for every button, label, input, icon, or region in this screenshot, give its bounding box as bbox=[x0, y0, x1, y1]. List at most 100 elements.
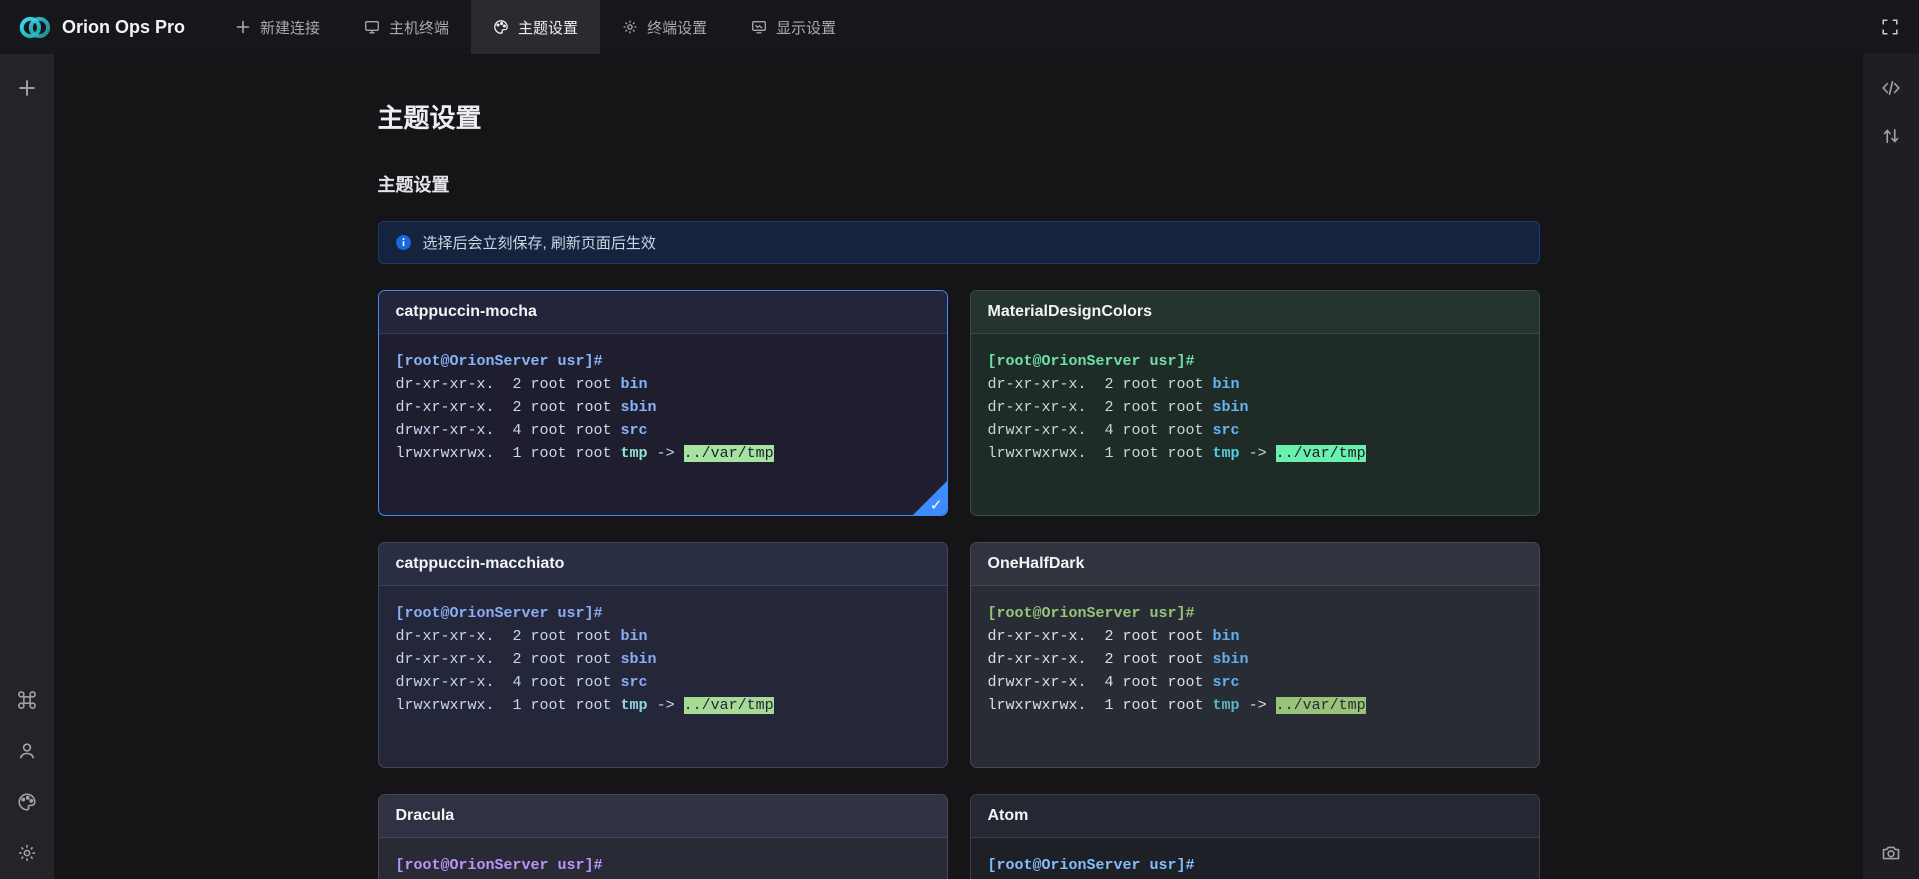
file-meta: lrwxrwxrwx. 1 root root bbox=[396, 697, 621, 714]
terminal-line: dr-xr-xr-x. 2 root root sbin bbox=[988, 648, 1522, 671]
gear-icon bbox=[17, 843, 37, 863]
user-button[interactable] bbox=[17, 741, 37, 761]
file-name: tmp bbox=[621, 697, 648, 714]
terminal-preview: [root@OrionServer usr]#dr-xr-xr-x. 2 roo… bbox=[379, 838, 947, 879]
new-tab-button[interactable] bbox=[17, 78, 37, 98]
nav-display-settings[interactable]: 显示设置 bbox=[729, 0, 858, 54]
plus-icon bbox=[17, 78, 37, 98]
file-name: tmp bbox=[621, 445, 648, 462]
file-name: bin bbox=[621, 376, 648, 393]
theme-button[interactable] bbox=[17, 792, 37, 812]
terminal-line: drwxr-xr-x. 4 root root src bbox=[988, 671, 1522, 694]
topbar-right bbox=[1881, 0, 1919, 54]
terminal-prompt: [root@OrionServer usr]# bbox=[396, 350, 930, 373]
app-title: Orion Ops Pro bbox=[62, 17, 185, 38]
code-button[interactable] bbox=[1881, 78, 1901, 98]
palette-icon bbox=[17, 792, 37, 812]
theme-grid: catppuccin-mocha[root@OrionServer usr]#d… bbox=[378, 290, 1540, 879]
file-name: bin bbox=[1213, 628, 1240, 645]
symlink-arrow: -> bbox=[648, 697, 684, 714]
terminal-line: dr-xr-xr-x. 2 root root sbin bbox=[396, 648, 930, 671]
file-meta: lrwxrwxrwx. 1 root root bbox=[988, 445, 1213, 462]
file-name: tmp bbox=[1213, 697, 1240, 714]
fullscreen-icon bbox=[1881, 18, 1899, 36]
theme-card-OneHalfDark[interactable]: OneHalfDark [root@OrionServer usr]# dr-xr-… bbox=[970, 542, 1540, 768]
theme-card-title: catppuccin-mocha bbox=[379, 291, 947, 334]
symlink-target: ../var/tmp bbox=[1276, 445, 1366, 462]
top-navigation: 新建连接 主机终端 主题设置终端设置 显示设置 bbox=[213, 0, 858, 54]
content-column: 主题设置 主题设置 选择后会立刻保存, 刷新页面后生效 catppuccin-m… bbox=[378, 54, 1540, 879]
terminal-line: dr-xr-xr-x. 2 root root bin bbox=[396, 373, 930, 396]
terminal-prompt: [root@OrionServer usr]# bbox=[396, 854, 930, 877]
right-sidebar bbox=[1863, 54, 1919, 879]
user-icon bbox=[17, 741, 37, 761]
theme-card-Atom[interactable]: Atom[root@OrionServer usr]#dr-xr-xr-x. 2… bbox=[970, 794, 1540, 879]
terminal-preview: [root@OrionServer usr]#dr-xr-xr-x. 2 roo… bbox=[971, 838, 1539, 879]
terminal-line: drwxr-xr-x. 4 root root src bbox=[988, 419, 1522, 442]
app-shell: 主题设置 主题设置 选择后会立刻保存, 刷新页面后生效 catppuccin-m… bbox=[0, 54, 1919, 879]
symlink-arrow: -> bbox=[1240, 445, 1276, 462]
terminal-line: dr-xr-xr-x. 2 root root sbin bbox=[396, 396, 930, 419]
file-name: src bbox=[621, 674, 648, 691]
terminal-preview: [root@OrionServer usr]#dr-xr-xr-x. 2 roo… bbox=[379, 586, 947, 767]
nav-host-terminal[interactable]: 主机终端 bbox=[342, 0, 471, 54]
sort-button[interactable] bbox=[1881, 126, 1901, 146]
fullscreen-button[interactable] bbox=[1881, 18, 1899, 36]
nav-label: 主机终端 bbox=[389, 17, 449, 38]
right-sidebar-top bbox=[1881, 78, 1901, 146]
screenshot-button[interactable] bbox=[1881, 843, 1901, 863]
alert-text: 选择后会立刻保存, 刷新页面后生效 bbox=[423, 232, 656, 253]
nav-label: 显示设置 bbox=[776, 17, 836, 38]
left-sidebar-bottom bbox=[17, 690, 37, 863]
terminal-line: dr-xr-xr-x. 2 root root bin bbox=[396, 625, 930, 648]
shortcuts-button[interactable] bbox=[17, 690, 37, 710]
file-meta: dr-xr-xr-x. 2 root root bbox=[988, 628, 1213, 645]
gear-icon bbox=[622, 19, 638, 35]
theme-card-MaterialDesignColors[interactable]: MaterialDesignColors [root@OrionServer us… bbox=[970, 290, 1540, 516]
terminal-line: lrwxrwxrwx. 1 root root tmp -> ../var/tm… bbox=[396, 694, 930, 717]
theme-card-catppuccin-macchiato[interactable]: catppuccin-macchiato[root@OrionServer us… bbox=[378, 542, 948, 768]
nav-new-connection[interactable]: 新建连接 bbox=[213, 0, 342, 54]
file-name: bin bbox=[621, 628, 648, 645]
topbar: Orion Ops Pro 新建连接 主机终端 主题设置终端设置 显示设置 bbox=[0, 0, 1919, 54]
symlink-arrow: -> bbox=[648, 445, 684, 462]
theme-card-Dracula[interactable]: Dracula[root@OrionServer usr]#dr-xr-xr-x… bbox=[378, 794, 948, 879]
info-icon bbox=[395, 234, 412, 251]
left-sidebar-top bbox=[17, 78, 37, 98]
file-name: src bbox=[1213, 422, 1240, 439]
brand: Orion Ops Pro bbox=[0, 0, 213, 54]
terminal-prompt: [root@OrionServer usr]# bbox=[396, 602, 930, 625]
file-name: src bbox=[621, 422, 648, 439]
file-meta: dr-xr-xr-x. 2 root root bbox=[988, 399, 1213, 416]
terminal-preview: [root@OrionServer usr]#dr-xr-xr-x. 2 roo… bbox=[379, 334, 947, 515]
command-icon bbox=[17, 690, 37, 710]
file-name: sbin bbox=[1213, 399, 1249, 416]
terminal-prompt: [root@OrionServer usr]# bbox=[988, 602, 1522, 625]
left-sidebar bbox=[0, 54, 54, 879]
file-name: bin bbox=[1213, 376, 1240, 393]
monitor-icon bbox=[364, 19, 380, 35]
theme-card-title: Atom bbox=[971, 795, 1539, 838]
theme-card-title: MaterialDesignColors bbox=[971, 291, 1539, 334]
theme-card-catppuccin-mocha[interactable]: catppuccin-mocha[root@OrionServer usr]#d… bbox=[378, 290, 948, 516]
file-meta: dr-xr-xr-x. 2 root root bbox=[396, 651, 621, 668]
app-window: Orion Ops Pro 新建连接 主机终端 主题设置终端设置 显示设置 主题设置 … bbox=[0, 0, 1919, 879]
terminal-prompt: [root@OrionServer usr]# bbox=[988, 350, 1522, 373]
nav-theme-settings[interactable]: 主题设置 bbox=[471, 0, 600, 54]
info-alert: 选择后会立刻保存, 刷新页面后生效 bbox=[378, 221, 1540, 264]
file-name: sbin bbox=[1213, 651, 1249, 668]
theme-card-title: OneHalfDark bbox=[971, 543, 1539, 586]
terminal-prompt: [root@OrionServer usr]# bbox=[988, 854, 1522, 877]
camera-icon bbox=[1881, 843, 1901, 863]
file-meta: drwxr-xr-x. 4 root root bbox=[396, 674, 621, 691]
file-name: src bbox=[1213, 674, 1240, 691]
settings-button[interactable] bbox=[17, 843, 37, 863]
terminal-line: dr-xr-xr-x. 2 root root bin bbox=[988, 373, 1522, 396]
theme-card-title: catppuccin-macchiato bbox=[379, 543, 947, 586]
file-name: sbin bbox=[621, 399, 657, 416]
nav-terminal-settings[interactable]: 终端设置 bbox=[600, 0, 729, 54]
file-name: sbin bbox=[621, 651, 657, 668]
terminal-line: dr-xr-xr-x. 2 root root sbin bbox=[988, 396, 1522, 419]
symlink-arrow: -> bbox=[1240, 697, 1276, 714]
file-meta: dr-xr-xr-x. 2 root root bbox=[988, 651, 1213, 668]
